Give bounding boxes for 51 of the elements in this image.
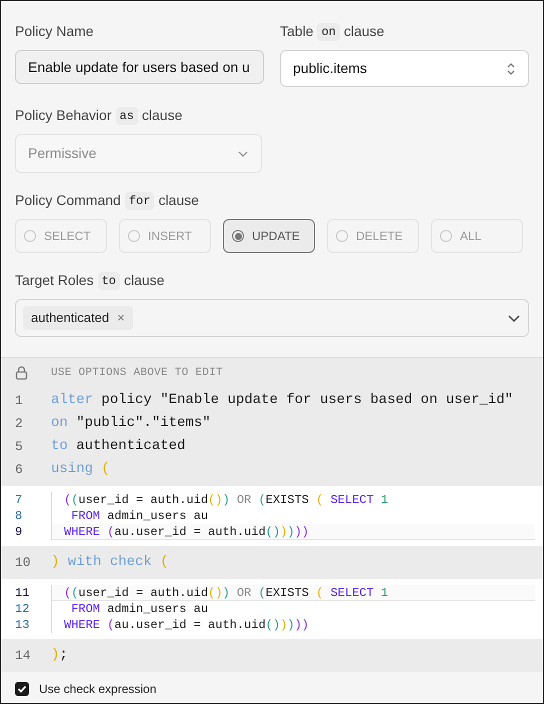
command-radio[interactable]: SELECT	[15, 219, 107, 253]
code-line: alter policy "Enable update for users based on user_id"	[51, 391, 514, 410]
line-number: 9	[14, 524, 24, 541]
keyword-chip: as	[116, 106, 138, 124]
field-label-suffix: clause	[142, 106, 182, 125]
field-label-suffix: clause	[124, 271, 164, 290]
line-number: 2	[14, 414, 24, 433]
chevron-down-icon	[507, 314, 521, 322]
table-select[interactable]: public.items	[280, 50, 529, 87]
chevron-up-down-icon	[506, 62, 516, 76]
command-radio[interactable]: ALL	[431, 219, 523, 253]
policy-name-field[interactable]: Enable update for users based on u	[15, 50, 264, 84]
code-line: FROM admin_users au	[51, 601, 535, 617]
code-line: to authenticated	[51, 437, 186, 456]
remove-tag-button[interactable]: ×	[117, 308, 125, 328]
chevron-down-icon	[237, 150, 249, 158]
keyword-chip: for	[124, 192, 154, 210]
line-number: 12	[14, 601, 30, 618]
code-line: using (	[51, 460, 110, 479]
line-number: 8	[14, 508, 24, 525]
code-line: );	[51, 646, 68, 665]
command-radio[interactable]: INSERT	[119, 219, 211, 253]
code-line: WHERE (au.user_id = auth.uid()))))	[51, 617, 535, 633]
field-label: Table	[280, 22, 314, 41]
check-expression-checkbox[interactable]	[15, 682, 29, 696]
line-number: 5	[14, 438, 24, 456]
field-label-suffix: clause	[158, 191, 199, 210]
line-number: 1	[14, 392, 24, 410]
line-number: 7	[14, 492, 24, 509]
roles-select[interactable]: authenticated ×	[15, 299, 529, 337]
lock-icon	[15, 366, 28, 380]
checkbox-label: Use check expression	[39, 681, 156, 698]
field-label: Policy Name	[15, 22, 94, 41]
field-label-suffix: clause	[344, 22, 384, 41]
line-number: 13	[14, 617, 30, 634]
command-radio[interactable]: UPDATE	[223, 219, 315, 253]
field-label: Target Roles	[15, 271, 94, 290]
line-number: 11	[14, 585, 30, 602]
role-tag: authenticated	[31, 308, 110, 328]
editor-notice: USE OPTIONS ABOVE TO EDIT	[51, 366, 223, 381]
keyword-chip: on	[317, 22, 340, 40]
field-label: Policy Behavior	[15, 106, 112, 125]
code-line: on "public"."items"	[51, 414, 211, 433]
line-number: 6	[14, 460, 24, 479]
field-label: Policy Command	[15, 191, 121, 210]
command-radio[interactable]: DELETE	[327, 219, 419, 253]
line-number: 14	[14, 646, 32, 665]
keyword-chip: to	[98, 272, 120, 290]
line-number: 10	[14, 554, 32, 572]
code-line: ) with check (	[51, 553, 169, 572]
code-line: ((user_id = auth.uid()) OR (EXISTS ( SELECT 1	[51, 492, 535, 508]
